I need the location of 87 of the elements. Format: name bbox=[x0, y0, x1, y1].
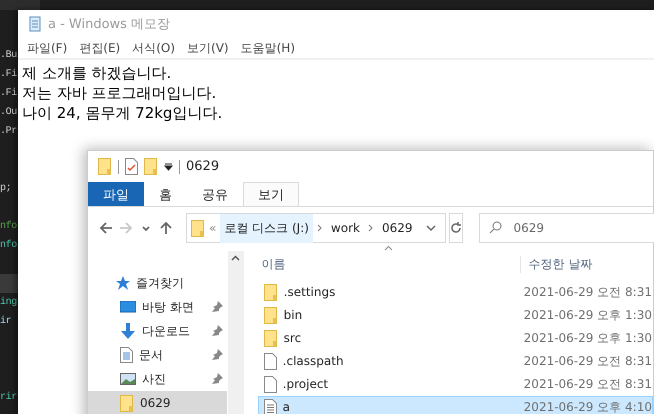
code-text: nfo bbox=[0, 221, 17, 232]
code-text: .Fi bbox=[0, 88, 17, 99]
sidebar-item[interactable]: 문서 bbox=[88, 343, 227, 367]
scrollbar[interactable] bbox=[228, 251, 244, 414]
code-text: p; bbox=[0, 183, 12, 194]
menu-item[interactable]: 도움말(H) bbox=[240, 40, 295, 56]
file-name: src bbox=[284, 331, 302, 345]
menu-item[interactable]: 서식(O) bbox=[132, 40, 176, 56]
down-arrow-icon bbox=[120, 323, 136, 339]
folder-icon bbox=[120, 394, 134, 412]
file-icon bbox=[264, 352, 277, 370]
notepad-icon bbox=[28, 16, 42, 32]
file-row[interactable]: .project 2021-06-29 오전 8:31 bbox=[258, 373, 653, 395]
code-text: .Pr bbox=[0, 126, 17, 137]
menu-item[interactable]: 보기(V) bbox=[187, 40, 229, 56]
breadcrumb[interactable]: 0629 bbox=[378, 215, 417, 241]
sidebar-item[interactable]: 0629 bbox=[88, 391, 227, 414]
file-row[interactable]: .classpath 2021-06-29 오전 8:31 bbox=[258, 350, 653, 372]
checked-document-icon[interactable] bbox=[125, 158, 138, 175]
ribbon-tab[interactable]: 보기 bbox=[243, 182, 299, 206]
folder-icon bbox=[264, 330, 278, 346]
file-icon bbox=[264, 376, 277, 392]
text-line: 저는 자바 프로그래머입니다. bbox=[22, 84, 216, 102]
code-text: .Fi bbox=[0, 69, 17, 80]
up-arrow-icon[interactable] bbox=[158, 220, 174, 236]
star-icon bbox=[116, 276, 130, 290]
folder-icon bbox=[144, 158, 158, 175]
breadcrumb[interactable]: 로컬 디스크 (J:) bbox=[220, 214, 313, 242]
chevron-right-icon bbox=[368, 224, 374, 232]
sidebar-item[interactable]: 사진 bbox=[88, 367, 227, 391]
folder-icon bbox=[191, 220, 205, 236]
sort-caret-icon bbox=[384, 245, 393, 251]
modified-date: 2021-06-29 오전 8:31 bbox=[522, 376, 652, 392]
search-field[interactable]: 0629 bbox=[478, 213, 654, 243]
window-title: a - Windows 메모장 bbox=[48, 16, 170, 33]
code-text: .Bu bbox=[0, 50, 17, 61]
code-text: rir bbox=[0, 392, 17, 403]
file-name: a bbox=[282, 400, 290, 414]
chevron-right-icon bbox=[316, 224, 323, 232]
modified-date: 2021-06-29 오전 8:31 bbox=[522, 352, 652, 370]
window-title: 0629 bbox=[186, 159, 220, 174]
text-line: 나이 24, 몸무게 72kg입니다. bbox=[22, 104, 222, 122]
column-header[interactable]: 이름 bbox=[258, 256, 520, 272]
code-text: .Ou bbox=[0, 107, 17, 118]
modified-date: 2021-06-29 오후 1:30 bbox=[522, 306, 652, 324]
modified-date: 2021-06-29 오후 1:30 bbox=[522, 330, 652, 346]
menu-item[interactable]: 편집(E) bbox=[79, 40, 120, 56]
file-row[interactable]: src 2021-06-29 오후 1:30 bbox=[258, 327, 653, 349]
chevron-down-icon[interactable] bbox=[424, 224, 437, 232]
file-row[interactable]: a 2021-06-29 오후 4:10 bbox=[258, 396, 653, 414]
overflow-chevron[interactable]: « bbox=[209, 221, 216, 235]
modified-date: 2021-06-29 오전 8:31 bbox=[522, 284, 652, 300]
menu-item[interactable]: 파일(F) bbox=[27, 40, 68, 56]
modified-date: 2021-06-29 오후 4:10 bbox=[522, 398, 652, 414]
sidebar-item[interactable]: 바탕 화면 bbox=[88, 295, 227, 319]
file-name: .settings bbox=[284, 285, 336, 299]
refresh-button[interactable] bbox=[448, 213, 463, 243]
ribbon-tab[interactable]: 파일 bbox=[88, 182, 144, 206]
text-line: 제 소개를 하겠습니다. bbox=[22, 64, 172, 82]
folder-icon bbox=[264, 284, 278, 300]
file-row[interactable]: bin 2021-06-29 오후 1:30 bbox=[258, 304, 653, 326]
code-text: ir bbox=[0, 316, 12, 327]
editor-tab-bar bbox=[0, 0, 40, 10]
sidebar-item[interactable]: 다운로드 bbox=[88, 319, 227, 343]
text-file-icon bbox=[264, 398, 277, 414]
document-icon bbox=[120, 347, 133, 363]
file-name: .project bbox=[282, 377, 328, 391]
picture-icon bbox=[120, 373, 136, 385]
back-arrow-icon[interactable] bbox=[98, 220, 114, 236]
scroll-up-icon[interactable] bbox=[231, 255, 240, 261]
address-bar[interactable]: « 로컬 디스크 (J:) work 0629 bbox=[186, 213, 446, 243]
file-name: bin bbox=[284, 308, 302, 322]
folder-icon bbox=[264, 306, 278, 324]
column-header[interactable]: 수정한 날짜 bbox=[520, 256, 592, 272]
search-icon bbox=[488, 221, 502, 234]
dropdown-icon[interactable] bbox=[164, 162, 173, 171]
ribbon-tab[interactable]: 홈 bbox=[144, 182, 187, 206]
refresh-icon bbox=[450, 222, 462, 234]
file-name: .classpath bbox=[282, 354, 344, 368]
file-row[interactable]: .settings 2021-06-29 오전 8:31 bbox=[258, 281, 653, 303]
sidebar-item[interactable]: 즐겨찾기 bbox=[88, 271, 227, 295]
monitor-icon bbox=[120, 301, 136, 313]
code-text: nfo bbox=[0, 240, 17, 251]
ribbon-tab[interactable]: 공유 bbox=[187, 182, 243, 206]
folder-icon bbox=[98, 158, 112, 175]
breadcrumb[interactable]: work bbox=[326, 215, 364, 241]
code-text: ing bbox=[0, 297, 17, 308]
